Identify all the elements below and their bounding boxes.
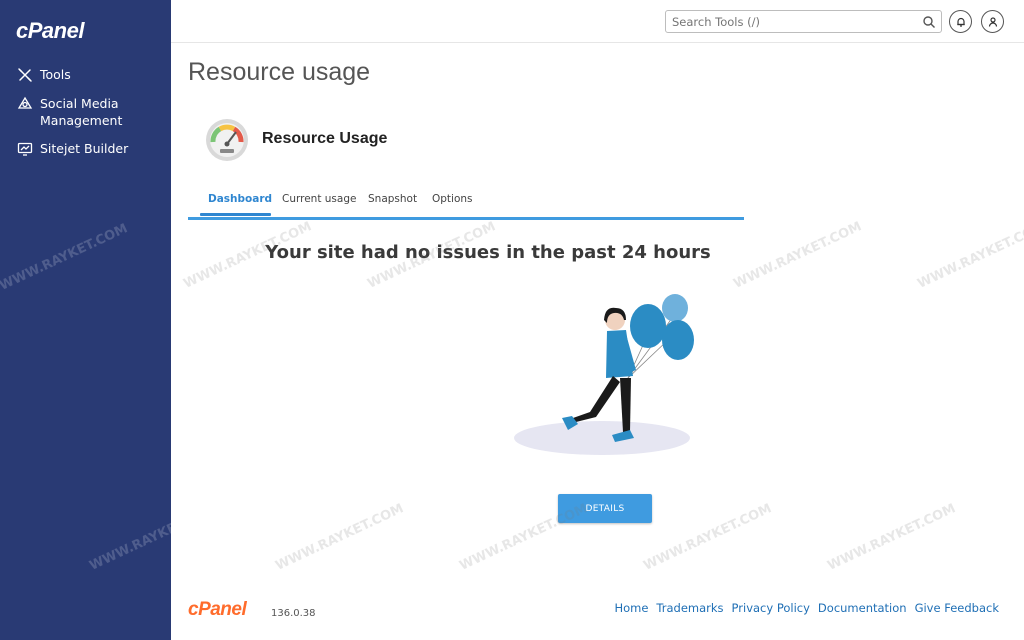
sidebar-item-social-media-management[interactable]: Social Media Management (16, 95, 166, 129)
woman-with-balloons-illustration (514, 294, 694, 455)
sidebar-item-label: Social Media Management (40, 96, 123, 128)
search-box[interactable] (665, 10, 942, 33)
footer-link-documentation[interactable]: Documentation (818, 601, 907, 615)
sidebar-item-label: Tools (40, 67, 71, 82)
sidebar-item-tools[interactable]: Tools (16, 66, 166, 84)
top-bar (171, 0, 1024, 43)
app-title: Resource Usage (262, 130, 388, 147)
footer-link-home[interactable]: Home (614, 601, 648, 615)
version-number: 136.0.38 (271, 608, 316, 619)
sidebar-nav: Tools Social Media Management Sitejet Bu… (16, 66, 166, 169)
speedometer-icon (206, 119, 248, 161)
tab-bar: Dashboard Current usage Snapshot Options (188, 186, 744, 220)
sidebar-item-label: Sitejet Builder (40, 141, 129, 156)
watermark: WWW.RAYKET.COM (641, 501, 775, 574)
status-headline: Your site had no issues in the past 24 h… (188, 242, 1022, 263)
footer-links: Home Trademarks Privacy Policy Documenta… (614, 601, 999, 615)
footer-link-give-feedback[interactable]: Give Feedback (915, 601, 999, 615)
footer-link-privacy-policy[interactable]: Privacy Policy (732, 601, 810, 615)
footer-cpanel-logo: cPanel (188, 599, 247, 620)
active-tab-indicator (200, 213, 271, 216)
watermark: WWW.RAYKET.COM (0, 221, 131, 294)
cpanel-logo[interactable]: cPanel (16, 18, 84, 44)
bell-icon (956, 17, 965, 27)
sidebar-item-sitejet-builder[interactable]: Sitejet Builder (16, 140, 166, 158)
tab-current-usage[interactable]: Current usage (282, 193, 356, 205)
user-menu-button[interactable] (981, 10, 1004, 33)
tab-dashboard[interactable]: Dashboard (208, 193, 272, 205)
sitejet-icon (16, 140, 34, 158)
search-input[interactable] (666, 11, 916, 33)
footer-link-trademarks[interactable]: Trademarks (656, 601, 723, 615)
status-headline-text: Your site had no issues in the past 24 h… (265, 242, 711, 263)
watermark: WWW.RAYKET.COM (825, 501, 959, 574)
notifications-button[interactable] (949, 10, 972, 33)
watermark: WWW.RAYKET.COM (273, 501, 407, 574)
social-media-icon (16, 95, 34, 113)
user-icon (988, 16, 997, 27)
tab-options[interactable]: Options (432, 193, 473, 205)
search-icon[interactable] (922, 15, 936, 29)
tab-snapshot[interactable]: Snapshot (368, 193, 417, 205)
page-title: Resource usage (188, 58, 371, 86)
sidebar: cPanel Tools Social Media Management Sit… (0, 0, 220, 640)
details-button[interactable]: DETAILS (558, 494, 652, 523)
watermark: WWW.RAYKET.COM (87, 501, 221, 574)
tools-icon (16, 66, 34, 84)
